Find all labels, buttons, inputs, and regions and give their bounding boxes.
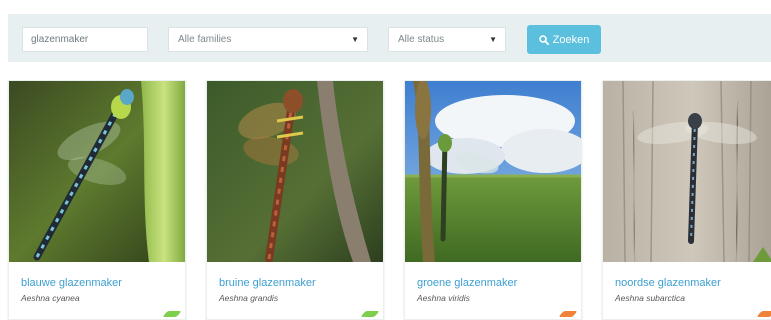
species-card[interactable]: noordse glazenmaker Aeshna subarctica: [602, 80, 771, 320]
category-tag: [756, 311, 771, 317]
species-latin-name: Aeshna grandis: [219, 293, 279, 303]
search-icon: [538, 34, 549, 45]
species-name[interactable]: groene glazenmaker: [417, 277, 517, 289]
species-photo[interactable]: [603, 81, 771, 262]
species-card[interactable]: blauwe glazenmaker Aeshna cyanea: [8, 80, 186, 320]
species-latin-name: Aeshna cyanea: [21, 293, 80, 303]
category-tag: [360, 311, 380, 317]
species-name[interactable]: bruine glazenmaker: [219, 277, 316, 289]
search-button[interactable]: Zoeken: [527, 25, 601, 54]
family-select-value: Alle families: [178, 34, 232, 45]
species-photo[interactable]: [405, 81, 582, 262]
species-name[interactable]: noordse glazenmaker: [615, 277, 721, 289]
status-select[interactable]: Alle status ▼: [388, 27, 506, 52]
caret-down-icon: ▼: [351, 35, 359, 44]
species-latin-name: Aeshna viridis: [417, 293, 470, 303]
status-select-value: Alle status: [398, 34, 445, 45]
species-latin-name: Aeshna subarctica: [615, 293, 685, 303]
species-card[interactable]: bruine glazenmaker Aeshna grandis: [206, 80, 384, 320]
species-photo[interactable]: [207, 81, 384, 262]
search-button-label: Zoeken: [552, 33, 590, 46]
family-select[interactable]: Alle families ▼: [168, 27, 368, 52]
category-tag: [558, 311, 578, 317]
species-card[interactable]: groene glazenmaker Aeshna viridis: [404, 80, 582, 320]
species-name[interactable]: blauwe glazenmaker: [21, 277, 122, 289]
species-photo[interactable]: [9, 81, 186, 262]
category-tag: [162, 311, 182, 317]
search-input[interactable]: [22, 27, 148, 52]
caret-down-icon: ▼: [489, 35, 497, 44]
